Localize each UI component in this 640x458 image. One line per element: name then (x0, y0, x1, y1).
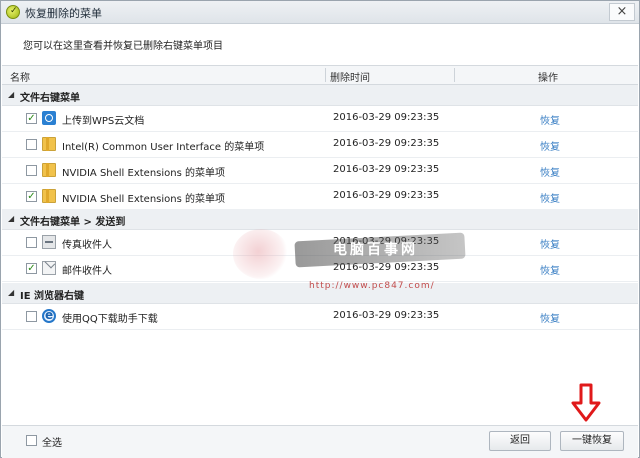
group-ie-browser-menu[interactable]: ◢ IE 浏览器右键 (2, 283, 638, 304)
red-down-arrow-icon (571, 383, 601, 422)
list-item[interactable]: 使用QQ下载助手下载 2016-03-29 09:23:35 恢复 (2, 304, 638, 330)
group-file-context-menu[interactable]: ◢ 文件右键菜单 (2, 85, 638, 106)
item-checkbox[interactable] (26, 139, 37, 150)
folder-icon (42, 137, 56, 151)
item-deleted-time: 2016-03-29 09:23:35 (333, 262, 440, 273)
list-item[interactable]: ✓ NVIDIA Shell Extensions 的菜单项 2016-03-2… (2, 184, 638, 210)
restore-all-button[interactable]: 一键恢复 (560, 431, 624, 451)
restore-link[interactable]: 恢复 (540, 262, 560, 277)
item-checkbox[interactable] (26, 311, 37, 322)
restore-link[interactable]: 恢复 (540, 236, 560, 251)
item-name: Intel(R) Common User Interface 的菜单项 (62, 142, 265, 153)
group-label: IE 浏览器右键 (20, 291, 85, 302)
collapse-triangle-icon[interactable]: ◢ (8, 288, 14, 297)
column-divider[interactable] (325, 68, 326, 82)
restore-link[interactable]: 恢复 (540, 190, 560, 205)
app-logo-icon: ✓ (6, 5, 20, 19)
item-deleted-time: 2016-03-29 09:23:35 (333, 164, 440, 175)
restore-link[interactable]: 恢复 (540, 138, 560, 153)
restore-link[interactable]: 恢复 (540, 164, 560, 179)
window-title: 恢复删除的菜单 (25, 7, 102, 20)
item-name: 传真收件人 (62, 240, 112, 251)
folder-icon (42, 163, 56, 177)
footer-bar: 全选 返回 一键恢复 (2, 425, 638, 458)
item-name: 上传到WPS云文档 (62, 116, 145, 127)
fax-icon (42, 235, 56, 249)
group-label: 文件右键菜单 (20, 93, 80, 104)
item-deleted-time: 2016-03-29 09:23:35 (333, 310, 440, 321)
close-button[interactable]: × (609, 3, 635, 21)
collapse-triangle-icon[interactable]: ◢ (8, 90, 14, 99)
column-time-header[interactable]: 删除时间 (330, 69, 370, 84)
mail-icon (42, 261, 56, 275)
item-checkbox[interactable]: ✓ (26, 191, 37, 202)
select-all-label[interactable]: 全选 (42, 434, 62, 449)
list-item[interactable]: NVIDIA Shell Extensions 的菜单项 2016-03-29 … (2, 158, 638, 184)
restore-dialog: ✓ 恢复删除的菜单 × 您可以在这里查看并恢复已删除右键菜单项目 名称 删除时间… (0, 0, 640, 458)
list-item[interactable]: 传真收件人 2016-03-29 09:23:35 恢复 (2, 230, 638, 256)
restore-link[interactable]: 恢复 (540, 310, 560, 325)
item-name: 邮件收件人 (62, 266, 112, 277)
item-name: 使用QQ下载助手下载 (62, 314, 158, 325)
description-text: 您可以在这里查看并恢复已删除右键菜单项目 (23, 41, 223, 52)
item-deleted-time: 2016-03-29 09:23:35 (333, 236, 440, 247)
item-deleted-time: 2016-03-29 09:23:35 (333, 190, 440, 201)
column-divider[interactable] (454, 68, 455, 82)
select-all-checkbox[interactable] (26, 435, 37, 446)
item-checkbox[interactable] (26, 237, 37, 248)
back-button[interactable]: 返回 (489, 431, 551, 451)
list-item[interactable]: ✓ 上传到WPS云文档 2016-03-29 09:23:35 恢复 (2, 106, 638, 132)
item-checkbox[interactable]: ✓ (26, 263, 37, 274)
group-label: 文件右键菜单 > 发送到 (20, 217, 126, 228)
group-send-to[interactable]: ◢ 文件右键菜单 > 发送到 (2, 209, 638, 230)
item-name: NVIDIA Shell Extensions 的菜单项 (62, 194, 225, 205)
table-header: 名称 删除时间 操作 (2, 65, 638, 85)
item-checkbox[interactable] (26, 165, 37, 176)
item-deleted-time: 2016-03-29 09:23:35 (333, 112, 440, 123)
item-checkbox[interactable]: ✓ (26, 113, 37, 124)
title-bar: ✓ 恢复删除的菜单 × (1, 1, 639, 24)
item-deleted-time: 2016-03-29 09:23:35 (333, 138, 440, 149)
list-item[interactable]: ✓ 邮件收件人 2016-03-29 09:23:35 恢复 (2, 256, 638, 282)
wps-cloud-icon (42, 111, 56, 125)
folder-icon (42, 189, 56, 203)
list-item[interactable]: Intel(R) Common User Interface 的菜单项 2016… (2, 132, 638, 158)
collapse-triangle-icon[interactable]: ◢ (8, 214, 14, 223)
column-name-header[interactable]: 名称 (10, 69, 30, 84)
restore-link[interactable]: 恢复 (540, 112, 560, 127)
item-name: NVIDIA Shell Extensions 的菜单项 (62, 168, 225, 179)
ie-icon (42, 308, 56, 323)
column-action-header: 操作 (538, 73, 558, 84)
